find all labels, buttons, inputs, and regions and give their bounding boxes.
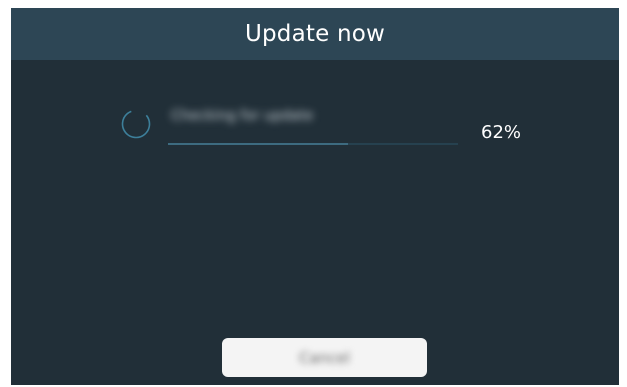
dialog-title: Update now [244,21,386,47]
dialog-titlebar: Update now [11,8,619,60]
status-text: Checking for update [171,108,314,124]
progress-bar [168,143,458,145]
cancel-button[interactable]: Cancel [222,338,427,377]
update-dialog: Update now Checking for update 62% Cance… [11,8,619,385]
progress-fill [168,143,348,145]
progress-percent: 62% [481,122,522,143]
loading-spinner-icon [121,109,151,139]
cancel-button-label: Cancel [299,348,350,367]
